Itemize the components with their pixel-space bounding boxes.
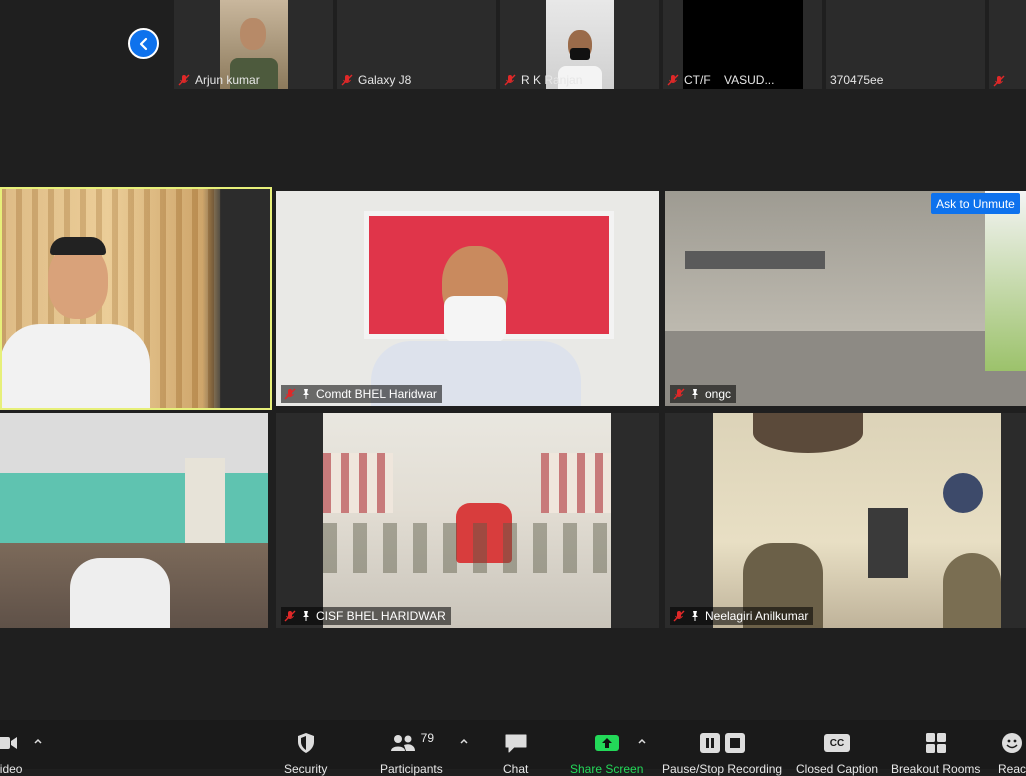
video-tile[interactable]: [0, 189, 270, 408]
person-uniform: [943, 553, 1001, 628]
strip-tile[interactable]: R K Ranjan: [500, 0, 659, 89]
closed-caption-button[interactable]: CC Closed Caption: [796, 730, 878, 776]
recording-button[interactable]: Pause/Stop Recording: [662, 730, 782, 776]
video-tile[interactable]: ongc: [665, 191, 1026, 406]
tile-name-label: CISF BHEL HARIDWAR: [281, 607, 451, 625]
pin-icon: [303, 389, 309, 399]
share-screen-button[interactable]: Share Screen: [570, 730, 643, 776]
chat-bubble-icon: [504, 730, 528, 756]
chat-button[interactable]: Chat: [503, 730, 528, 776]
ask-to-unmute-button[interactable]: Ask to Unmute: [931, 193, 1020, 214]
hall-feed: [323, 413, 611, 628]
person-hair: [50, 237, 106, 255]
mic-muted-icon: [284, 610, 296, 622]
strip-tile[interactable]: [989, 0, 1026, 89]
hand-overlay: [753, 413, 863, 453]
participant-name: [993, 75, 1010, 87]
video-button[interactable]: Video: [0, 730, 22, 776]
participant-name: Galaxy J8: [341, 73, 411, 87]
building-awning: [685, 251, 825, 269]
tile-name-label: Comdt BHEL Haridwar: [281, 385, 442, 403]
mic-muted-icon: [993, 75, 1005, 87]
mic-muted-icon: [504, 74, 516, 86]
hall-window-left: [323, 453, 393, 513]
mic-muted-icon: [341, 74, 353, 86]
share-arrow-icon: [594, 730, 620, 756]
participants-count: 79: [420, 731, 435, 745]
tile-name-label: ongc: [670, 385, 737, 403]
sky: [985, 191, 1026, 371]
mic-muted-icon: [284, 388, 296, 400]
person-shirt: [0, 324, 150, 408]
video-tile[interactable]: Comdt BHEL Haridwar: [276, 191, 659, 406]
video-tile[interactable]: Neelagiri Anilkumar: [665, 413, 1026, 628]
security-button[interactable]: Security: [284, 730, 327, 776]
strip-back-button[interactable]: [128, 28, 159, 59]
chevron-left-icon: [139, 37, 147, 50]
cc-badge: CC: [824, 734, 851, 752]
pause-stop-icon: [699, 730, 745, 756]
chevron-up-icon[interactable]: [33, 736, 43, 746]
video-tile[interactable]: [0, 413, 268, 628]
strip-tile[interactable]: CT/F VASUD...: [663, 0, 822, 89]
ceiling: [0, 413, 268, 473]
participant-name: 370475ee: [830, 73, 884, 87]
participant-name: Arjun kumar: [178, 73, 260, 87]
pin-icon: [692, 611, 698, 621]
tile-name-label: Neelagiri Anilkumar: [670, 607, 814, 625]
video-tile[interactable]: CISF BHEL HARIDWAR: [276, 413, 659, 628]
participants-button[interactable]: 79 Participants: [380, 730, 443, 776]
mic-muted-icon: [178, 74, 190, 86]
room-feed: [713, 413, 1001, 628]
participant-name: R K Ranjan: [504, 73, 582, 87]
strip-tile[interactable]: Arjun kumar: [174, 0, 333, 89]
person-face: [48, 244, 108, 319]
strip-tile[interactable]: 370475ee: [826, 0, 985, 89]
chevron-up-icon[interactable]: [637, 736, 647, 746]
mic-muted-icon: [673, 610, 685, 622]
shield-icon: [295, 730, 317, 756]
people-icon: 79: [389, 730, 434, 756]
face-mask: [444, 296, 506, 342]
person-shirt: [70, 558, 170, 628]
hall-window-right: [541, 453, 611, 513]
window-grill: [868, 508, 908, 578]
video-camera-icon: [0, 730, 20, 756]
breakout-rooms-button[interactable]: Breakout Rooms: [891, 730, 980, 776]
pin-icon: [303, 611, 309, 621]
chevron-up-icon[interactable]: [459, 736, 469, 746]
pin-icon: [692, 389, 698, 399]
mic-muted-icon: [667, 74, 679, 86]
mic-muted-icon: [673, 388, 685, 400]
grid-icon: [925, 730, 947, 756]
wall-emblem: [943, 473, 983, 513]
cc-icon: CC: [824, 730, 851, 756]
participant-name: CT/F VASUD...: [667, 73, 774, 87]
reactions-button[interactable]: Reac: [998, 730, 1026, 776]
seated-rows: [323, 523, 611, 573]
smiley-icon: [1001, 730, 1023, 756]
strip-tile[interactable]: Galaxy J8: [337, 0, 496, 89]
meeting-toolbar: Video Security 79 Participants Chat Shar…: [0, 720, 1026, 776]
